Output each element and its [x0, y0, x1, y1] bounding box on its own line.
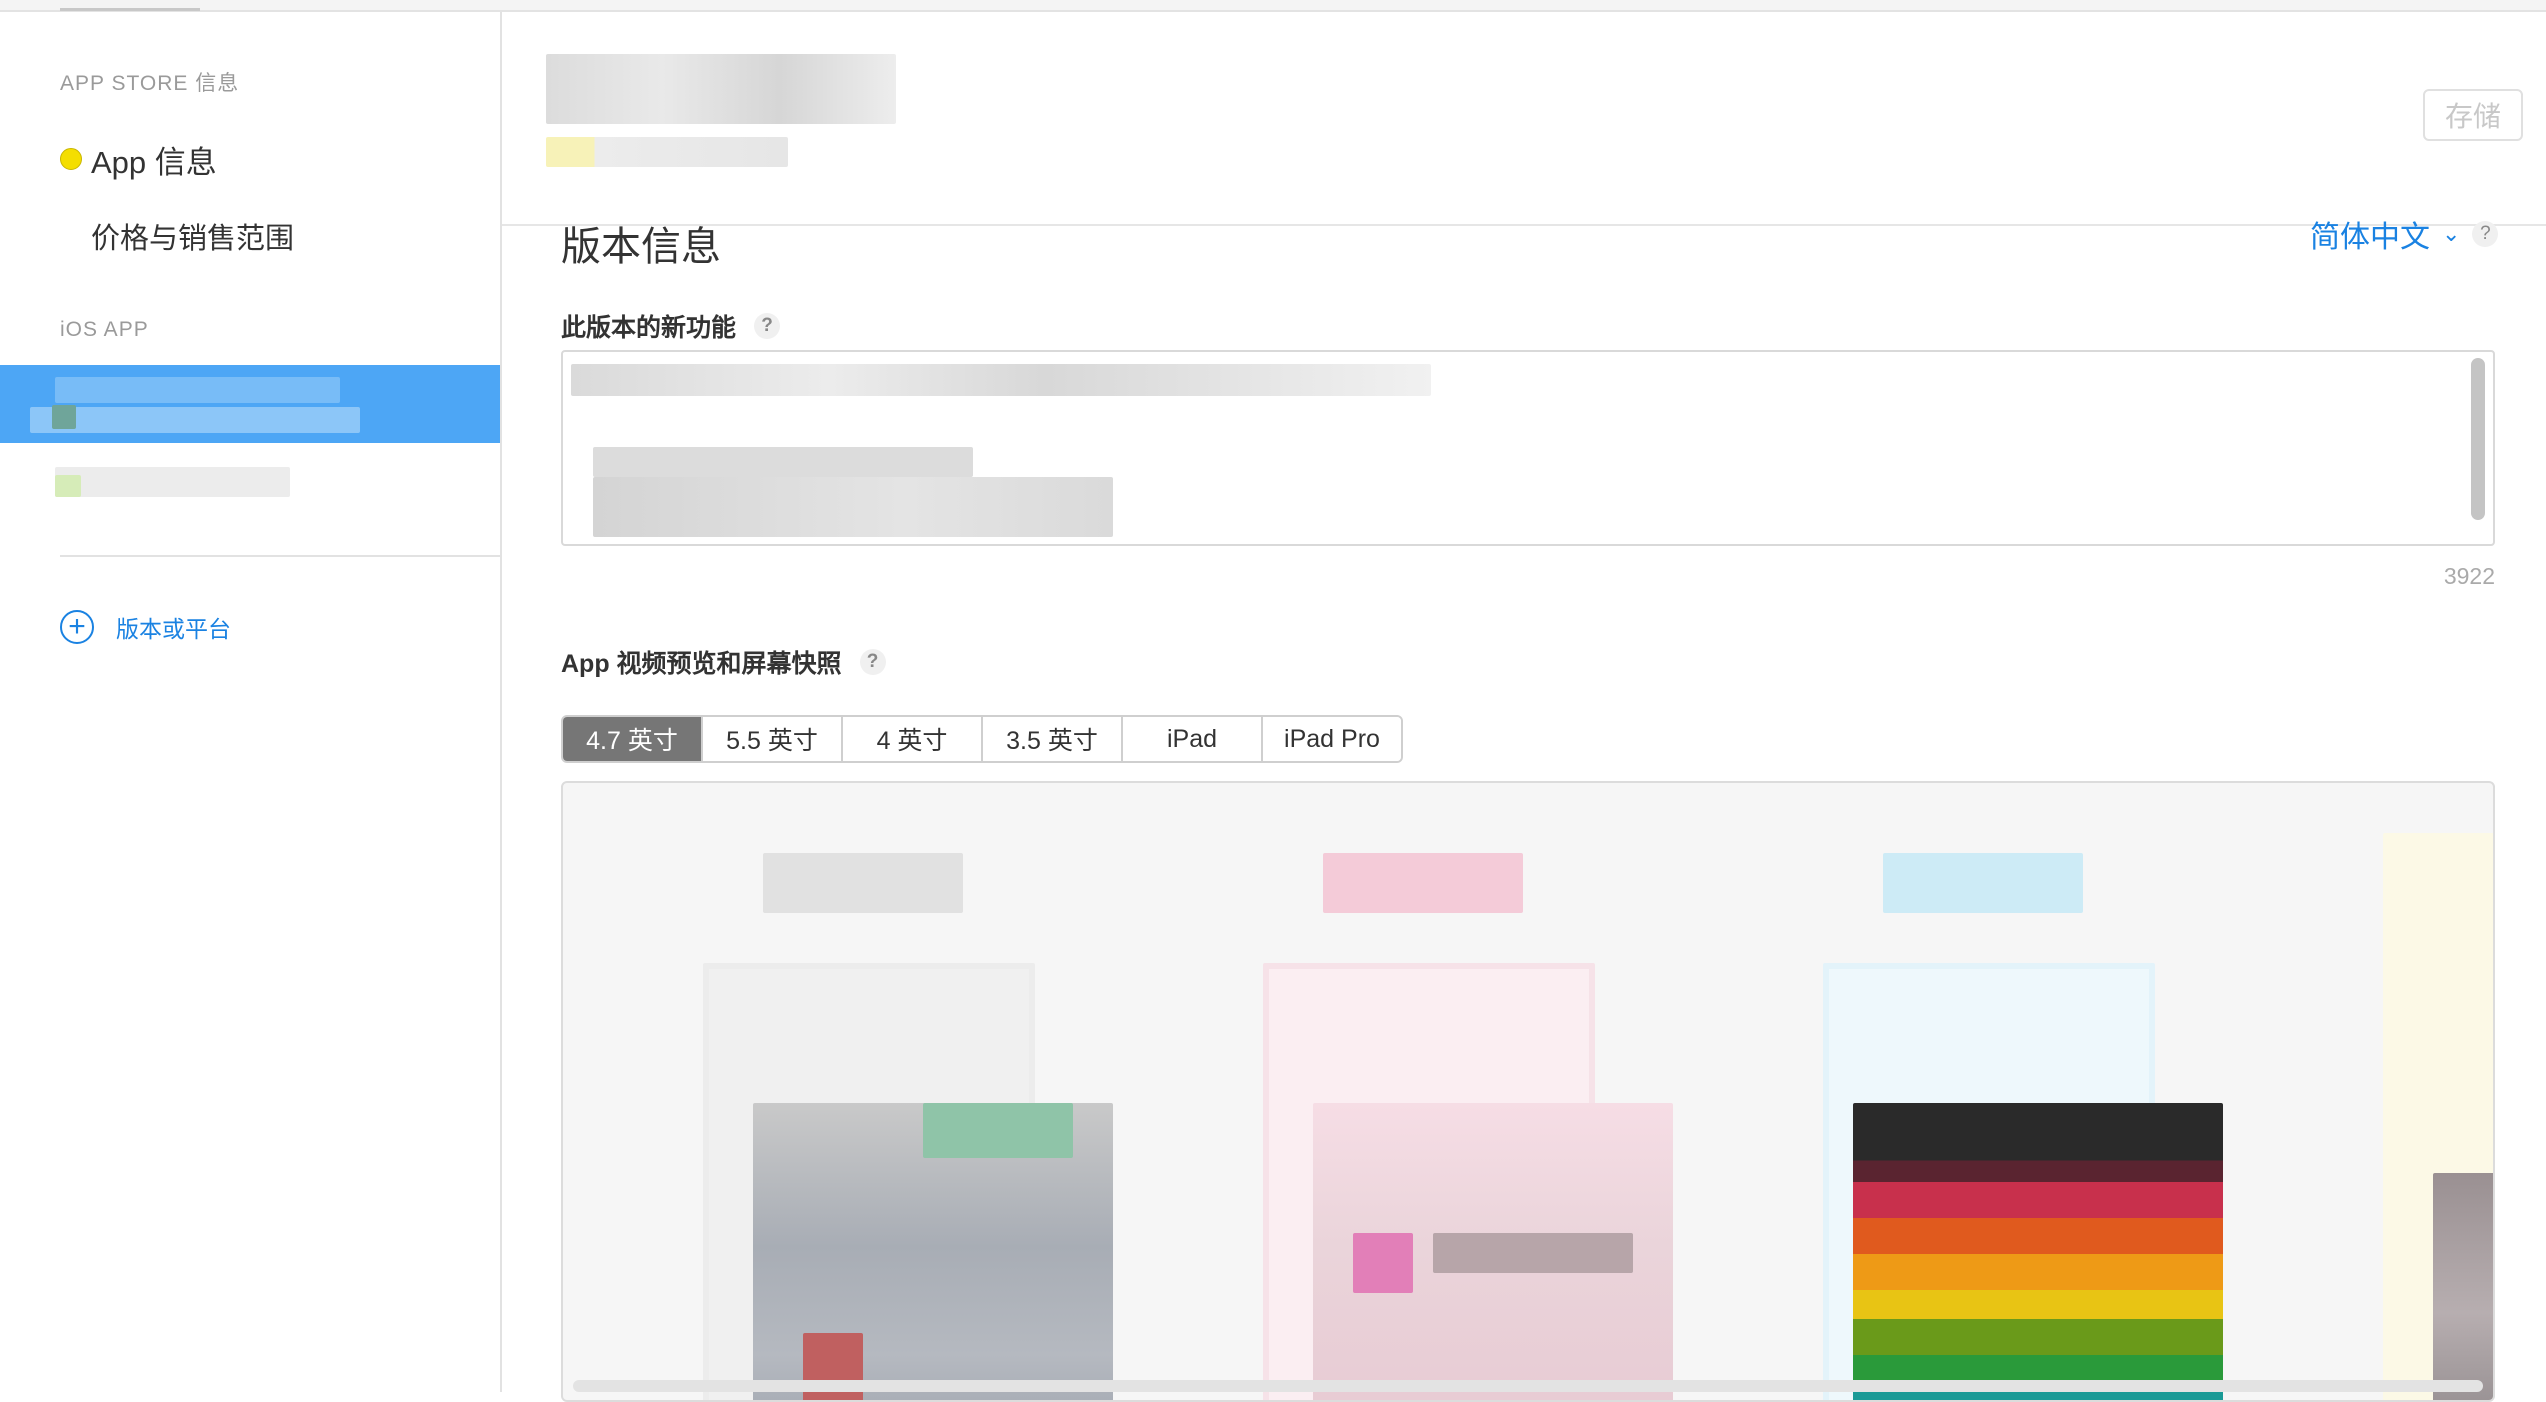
- textarea-scrollbar[interactable]: [2471, 358, 2485, 520]
- add-version-label: 版本或平台: [116, 616, 231, 642]
- phone-screen-accent: [923, 1103, 1073, 1158]
- status-dot-icon: [60, 148, 82, 170]
- add-version-button[interactable]: + 版本或平台: [60, 610, 231, 644]
- redacted-title: [1323, 853, 1523, 913]
- redacted-title: [763, 853, 963, 913]
- redacted-app-name: [546, 54, 896, 124]
- screenshot-thumbnail[interactable]: [2323, 833, 2495, 1400]
- sidebar-item-app-info[interactable]: App 信息: [91, 137, 217, 182]
- phone-screen-rainbow: [1853, 1103, 2223, 1400]
- language-selector[interactable]: 简体中文 ⌄ ?: [2310, 212, 2499, 256]
- tab-5-5-inch[interactable]: 5.5 英寸: [703, 717, 843, 761]
- section-title: 版本信息: [561, 225, 721, 269]
- whats-new-label-row: 此版本的新功能 ?: [561, 308, 781, 344]
- help-icon[interactable]: ?: [2472, 221, 2499, 247]
- phone-screen: [2433, 1173, 2493, 1400]
- media-label-row: App 视频预览和屏幕快照 ?: [561, 644, 886, 680]
- active-tab-indicator: [60, 8, 200, 11]
- sidebar-divider: [60, 555, 500, 557]
- sidebar-item-version-selected[interactable]: [0, 365, 500, 443]
- screenshot-thumbnail[interactable]: [1203, 833, 1673, 1400]
- whats-new-textarea[interactable]: [561, 350, 2495, 546]
- redacted-text: [55, 377, 340, 403]
- save-button[interactable]: 存储: [2423, 89, 2523, 141]
- device-size-tabs: 4.7 英寸 5.5 英寸 4 英寸 3.5 英寸 iPad iPad Pro: [561, 715, 1403, 763]
- tab-ipad[interactable]: iPad: [1123, 717, 1263, 761]
- redacted-icon: [55, 475, 81, 497]
- gallery-scrollbar[interactable]: [573, 1380, 2483, 1392]
- sidebar-heading-ios: iOS APP: [60, 318, 149, 341]
- char-counter: 3922: [2443, 563, 2495, 589]
- tab-4-7-inch[interactable]: 4.7 英寸: [563, 717, 703, 761]
- tab-ipad-pro[interactable]: iPad Pro: [1263, 717, 1401, 761]
- window-top-bar: [0, 0, 2546, 12]
- app-header: [502, 12, 2546, 226]
- sidebar-heading-appstore: APP STORE 信息: [60, 72, 240, 95]
- whats-new-label: 此版本的新功能: [561, 314, 737, 342]
- tab-4-inch[interactable]: 4 英寸: [843, 717, 983, 761]
- language-label: 简体中文: [2310, 221, 2430, 254]
- help-icon[interactable]: ?: [859, 649, 886, 675]
- redacted-text: [30, 407, 360, 433]
- redacted-title: [1883, 853, 2083, 913]
- screenshot-thumbnail[interactable]: [1763, 833, 2223, 1400]
- screenshot-thumbnail[interactable]: [643, 833, 1113, 1400]
- redacted-app-subtitle: [546, 137, 788, 167]
- screenshot-gallery: [561, 781, 2495, 1402]
- sidebar-item-redacted[interactable]: [55, 467, 290, 497]
- sidebar: APP STORE 信息 App 信息 价格与销售范围 iOS APP + 版本…: [0, 12, 502, 1392]
- redacted-title: [2493, 853, 2495, 913]
- redacted-text: [593, 447, 973, 477]
- phone-screen-accent: [1433, 1233, 1633, 1273]
- redacted-icon: [52, 405, 76, 429]
- sidebar-item-pricing[interactable]: 价格与销售范围: [91, 215, 294, 257]
- plus-circle-icon: +: [60, 610, 94, 644]
- media-label: App 视频预览和屏幕快照: [561, 650, 842, 678]
- phone-screen-accent: [1353, 1233, 1413, 1293]
- chevron-down-icon: ⌄: [2442, 221, 2461, 246]
- tab-3-5-inch[interactable]: 3.5 英寸: [983, 717, 1123, 761]
- redacted-text: [571, 364, 1431, 396]
- redacted-text: [593, 477, 1113, 537]
- help-icon[interactable]: ?: [754, 313, 781, 339]
